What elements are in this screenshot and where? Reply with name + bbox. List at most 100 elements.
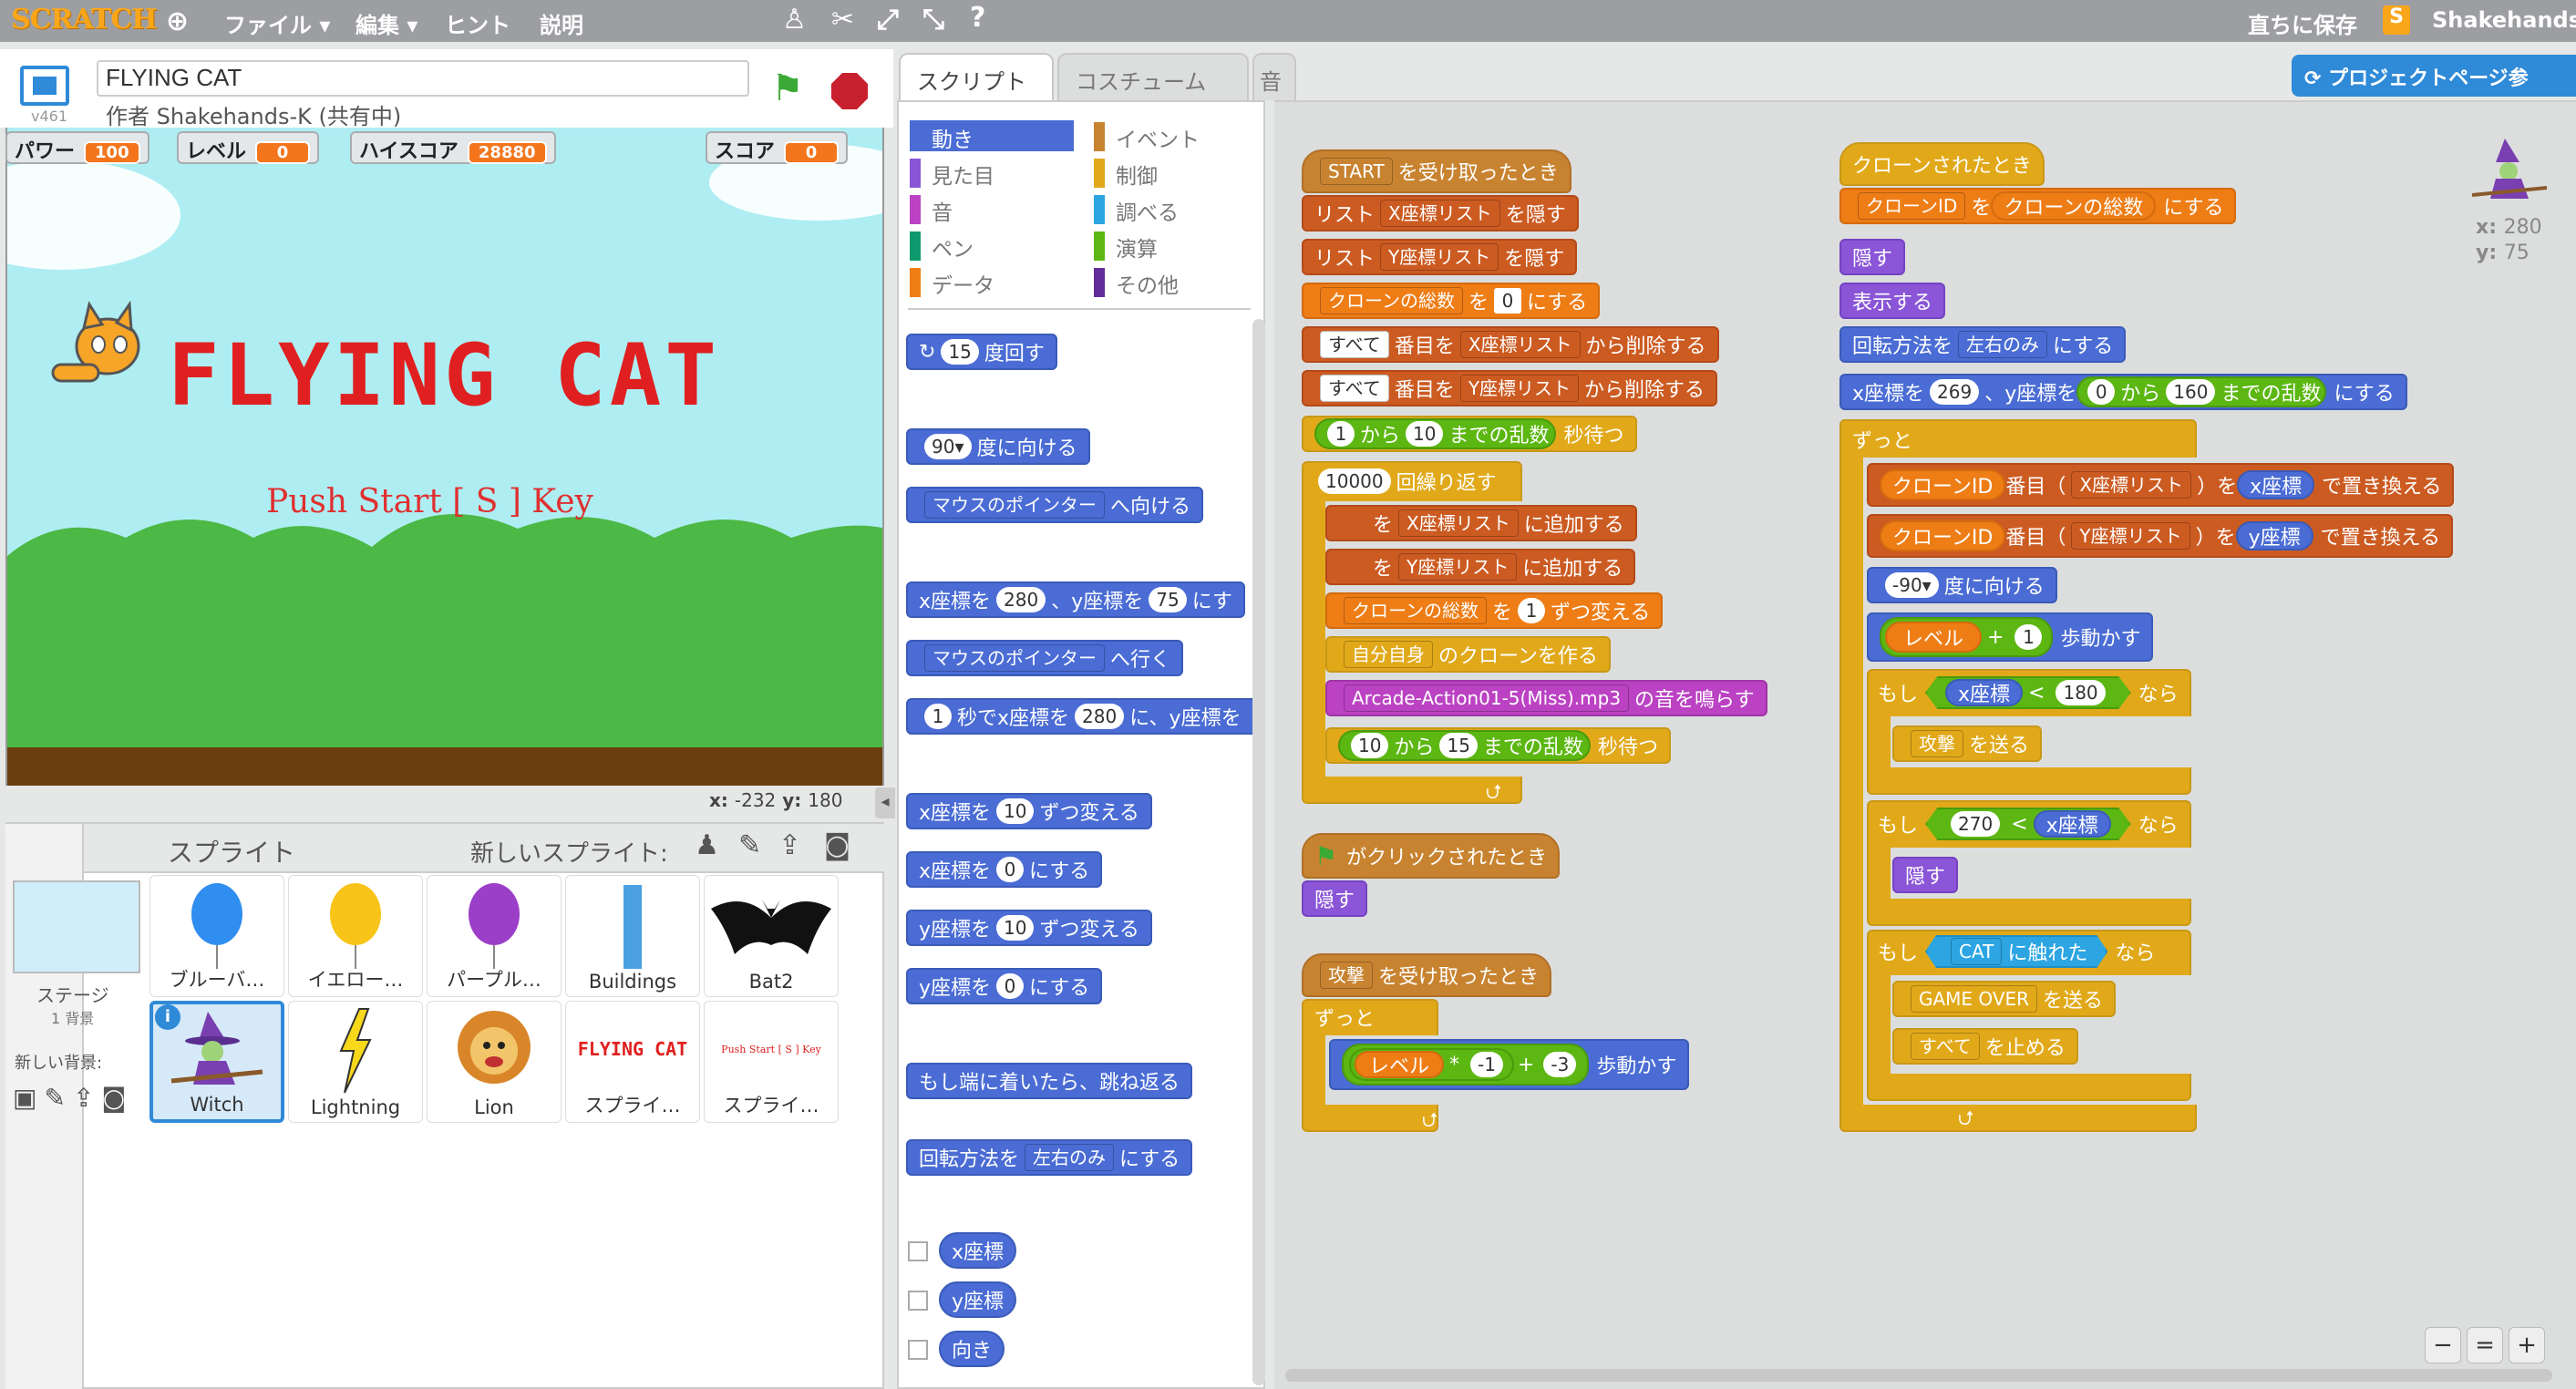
block-dropdown[interactable]: X座標リスト: [1459, 331, 1581, 358]
block-dropdown[interactable]: 左右のみ: [1025, 1144, 1115, 1171]
block-less-than[interactable]: x座標 <180: [1925, 676, 2131, 709]
block-hide[interactable]: 隠す: [1302, 880, 1368, 917]
stop-icon[interactable]: [831, 73, 868, 109]
block-less-than[interactable]: 270 < x座標: [1925, 808, 2131, 840]
block-set-clone-total[interactable]: クローンの総数を 0 にする: [1302, 283, 1601, 319]
block-wait-random[interactable]: 1 から 10 までの乱数 秒待つ: [1302, 416, 1637, 452]
reporter-xpos[interactable]: x座標: [2237, 470, 2315, 499]
block-input[interactable]: 75: [1149, 587, 1187, 612]
menu-file[interactable]: ファイル ▾: [224, 7, 330, 39]
upload-icon[interactable]: ⇪: [778, 829, 801, 861]
reporter-clone-id[interactable]: クローンID: [1880, 520, 2006, 551]
scripts-hscrollbar[interactable]: [1285, 1369, 2552, 1382]
cat-sprite-icon[interactable]: [44, 292, 153, 401]
block-dropdown[interactable]: すべて: [1320, 375, 1389, 402]
globe-icon[interactable]: ⊕: [166, 5, 189, 37]
block-touching[interactable]: CAT に触れた: [1925, 935, 2108, 968]
block-dropdown[interactable]: 攻撃: [1911, 730, 1963, 757]
block-move-level[interactable]: レベル +1 歩動かす: [1867, 612, 2154, 662]
block-dropdown[interactable]: 自分自身: [1344, 641, 1433, 668]
hat-receive-start[interactable]: START を受け取ったとき: [1302, 149, 1571, 193]
folder-icon[interactable]: S: [2383, 5, 2410, 35]
block-input[interactable]: 90▾: [924, 434, 972, 459]
backdrop-paint-icon[interactable]: ✎: [44, 1083, 72, 1113]
reporter-clone-id[interactable]: クローンID: [1880, 469, 2006, 500]
block-input[interactable]: 1: [924, 704, 952, 729]
block-glide[interactable]: 1 秒でx座標を 280 に、y座標を: [906, 698, 1265, 735]
checkbox-ypos[interactable]: [908, 1291, 928, 1311]
sprite-thumb-blue[interactable]: ブルーバ…: [149, 875, 284, 997]
scratch-logo[interactable]: SCRATCH: [11, 4, 158, 36]
block-dropdown[interactable]: クローンの総数: [1344, 597, 1487, 624]
reporter-xpos[interactable]: x座標: [2033, 810, 2111, 838]
reporter-ypos[interactable]: y座標: [2235, 521, 2313, 550]
block-rotation-style[interactable]: 回転方法を 左右のみ にする: [906, 1139, 1193, 1176]
block-point-minus90[interactable]: -90▾ 度に向ける: [1867, 567, 2057, 603]
block-dropdown[interactable]: 左右のみ: [1958, 331, 2048, 358]
block-change-x[interactable]: x座標を 10 ずつ変える: [906, 793, 1152, 829]
sprite-thumb-bat2[interactable]: Bat2: [704, 875, 839, 997]
block-dropdown[interactable]: CAT: [1951, 938, 2003, 965]
duplicate-icon[interactable]: ♙: [782, 4, 807, 36]
paint-brush-icon[interactable]: ✎: [738, 829, 761, 861]
monitor-score[interactable]: スコア 0: [706, 131, 849, 164]
block-replace-xlist[interactable]: クローンID 番目（ X座標リスト）を x座標 で置き換える: [1867, 463, 2455, 507]
sprite-thumb-lightning[interactable]: Lightning: [288, 1001, 423, 1123]
block-input[interactable]: 160: [2166, 379, 2216, 405]
backdrop-upload-icon[interactable]: ⇪: [73, 1083, 101, 1113]
block-dropdown[interactable]: クローンの総数: [1320, 287, 1463, 314]
block-add-ylist[interactable]: を Y座標リスト に追加する: [1325, 549, 1636, 585]
category-sound[interactable]: 音: [910, 193, 1074, 225]
block-set-clone-id[interactable]: クローンID をクローンの総数 にする: [1839, 188, 2237, 224]
zoom-out-icon[interactable]: −: [2425, 1327, 2461, 1363]
category-control[interactable]: 制御: [1094, 157, 1258, 189]
block-dropdown[interactable]: Y座標リスト: [1380, 243, 1499, 271]
menu-edit[interactable]: 編集 ▾: [355, 7, 417, 39]
block-create-clone[interactable]: 自分自身 のクローンを作る: [1325, 636, 1611, 673]
block-input[interactable]: -3: [1543, 1052, 1577, 1077]
palette-scrollbar[interactable]: [1252, 319, 1265, 1385]
category-pen[interactable]: ペン: [910, 230, 1074, 262]
block-bounce[interactable]: もし端に着いたら、跳ね返る: [906, 1063, 1193, 1099]
block-dropdown[interactable]: X座標リスト: [1398, 509, 1519, 537]
menu-about[interactable]: 説明: [540, 7, 583, 39]
reporter-level[interactable]: レベル: [1355, 1051, 1445, 1078]
block-input[interactable]: 10000: [1318, 468, 1391, 494]
tab-scripts[interactable]: スクリプト: [899, 53, 1054, 100]
block-change-clone-total[interactable]: クローンの総数を 1 ずつ変える: [1325, 592, 1664, 629]
block-stop-all[interactable]: すべて を止める: [1892, 1028, 2078, 1065]
block-play-sound[interactable]: Arcade-Action01-5(Miss).mp3 の音を鳴らす: [1325, 680, 1767, 716]
block-set-x[interactable]: x座標を 0 にする: [906, 851, 1103, 888]
block-input[interactable]: 1: [1518, 598, 1546, 623]
block-dropdown[interactable]: Y座標リスト: [2071, 522, 2190, 550]
hat-clone-start[interactable]: クローンされたとき: [1839, 142, 2045, 186]
menu-hint[interactable]: ヒント: [445, 7, 510, 39]
hat-flag-clicked[interactable]: ⚑ がクリックされたとき: [1302, 833, 1561, 879]
block-goto-xy[interactable]: x座標を 280 、y座標を 75 にす: [906, 581, 1245, 618]
block-dropdown[interactable]: X座標リスト: [2071, 471, 2192, 499]
block-set-rotation[interactable]: 回転方法を 左右のみ にする: [1839, 326, 2127, 363]
block-dropdown[interactable]: マウスのポインター: [924, 644, 1105, 672]
zoom-reset-icon[interactable]: =: [2467, 1327, 2503, 1363]
block-input[interactable]: 1: [1327, 421, 1355, 447]
block-add-xlist[interactable]: を X座標リスト に追加する: [1325, 505, 1637, 541]
block-hide-xlist[interactable]: リスト X座標リスト を隠す: [1302, 195, 1579, 232]
checkbox-direction[interactable]: [908, 1340, 928, 1360]
block-add[interactable]: レベル * -1 + -3: [1342, 1044, 1590, 1085]
green-flag-icon[interactable]: ⚑: [771, 67, 804, 109]
sprite-thumb-lion[interactable]: Lion: [427, 1001, 562, 1123]
info-icon[interactable]: i: [155, 1004, 180, 1030]
zoom-in-icon[interactable]: +: [2509, 1327, 2545, 1363]
help-icon[interactable]: ?: [970, 2, 985, 34]
block-move-steps[interactable]: レベル * -1 + -3 歩動かす: [1329, 1039, 1690, 1090]
block-dropdown[interactable]: マウスのポインター: [924, 491, 1105, 519]
block-input[interactable]: 0: [996, 973, 1025, 999]
block-random[interactable]: 10 から 15 までの乱数: [1338, 730, 1591, 761]
backdrop-library-icon[interactable]: ▣: [13, 1083, 44, 1113]
block-turn[interactable]: ↻ 15 度回す: [906, 334, 1057, 370]
block-multiply[interactable]: レベル * -1: [1349, 1048, 1514, 1081]
cut-icon[interactable]: ✂: [831, 4, 854, 36]
block-broadcast-attack[interactable]: 攻撃 を送る: [1892, 725, 2043, 762]
monitor-power[interactable]: パワー 100: [5, 131, 149, 164]
grow-icon[interactable]: ⤢: [877, 4, 899, 36]
